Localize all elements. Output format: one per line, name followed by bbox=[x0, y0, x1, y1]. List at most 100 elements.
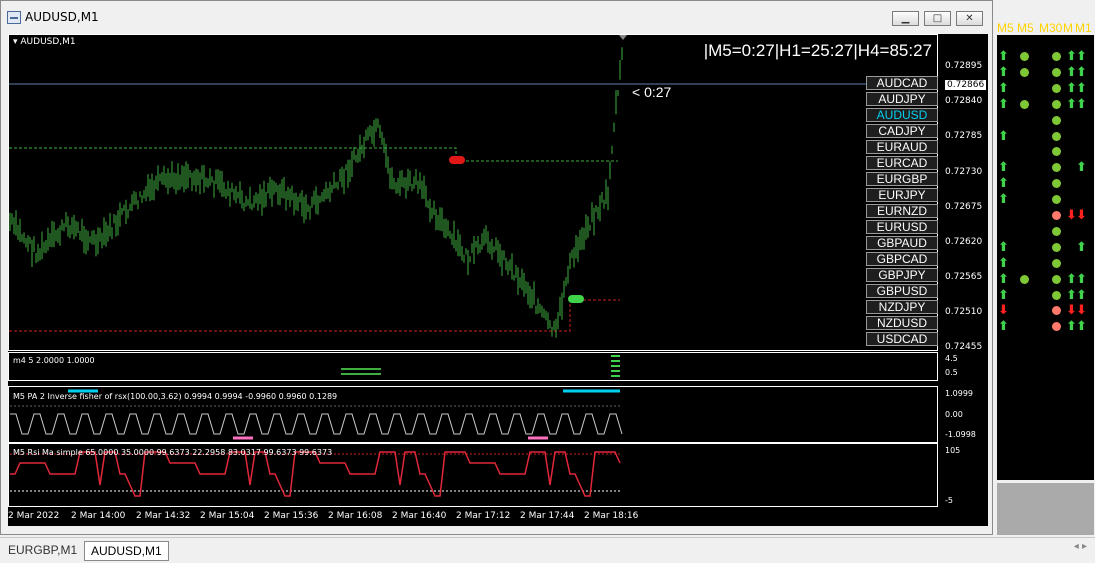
arrow-up-icon: ⬆ bbox=[1076, 319, 1087, 335]
arrow-up-icon: ⬆ bbox=[998, 80, 1009, 96]
symbol-button-cadjpy[interactable]: CADJPY bbox=[866, 124, 938, 138]
chart-window-icon bbox=[7, 11, 21, 24]
tab-scroll-arrows[interactable]: ◂ ▸ bbox=[1074, 541, 1087, 552]
symbol-button-eurcad[interactable]: EURCAD bbox=[866, 156, 938, 170]
symbol-button-nzdjpy[interactable]: NZDJPY bbox=[866, 300, 938, 314]
green-dot-icon bbox=[1052, 99, 1061, 109]
symbol-button-eurusd[interactable]: EURUSD bbox=[866, 220, 938, 234]
arrow-up-icon: ⬆ bbox=[998, 192, 1009, 208]
window-title: AUDUSD,M1 bbox=[25, 10, 99, 24]
arrow-up-icon: ⬆ bbox=[998, 160, 1009, 176]
symbol-button-gbpusd[interactable]: GBPUSD bbox=[866, 284, 938, 298]
symbol-button-euraud[interactable]: EURAUD bbox=[866, 140, 938, 154]
chart-area[interactable]: ▾ AUDUSD,M1 |M5=0:27|H1=25:27|H4=85:27 <… bbox=[8, 34, 988, 526]
tab-eurgbp[interactable]: EURGBP,M1 bbox=[2, 541, 83, 559]
symbol-button-audusd[interactable]: AUDUSD bbox=[866, 108, 938, 122]
sell-marker bbox=[449, 156, 465, 164]
time-label: 2 Mar 14:00 bbox=[71, 511, 126, 521]
green-dot-icon bbox=[1020, 52, 1029, 61]
green-dot-icon bbox=[1052, 83, 1061, 93]
indicator-3-value: 105 bbox=[945, 446, 961, 455]
symbol-button-audcad[interactable]: AUDCAD bbox=[866, 76, 938, 90]
chart-symbol-label[interactable]: ▾ AUDUSD,M1 bbox=[13, 37, 76, 47]
arrow-down-icon: ⬇ bbox=[1076, 303, 1087, 319]
time-label: 2 Mar 15:04 bbox=[200, 511, 255, 521]
arrow-up-icon: ⬆ bbox=[998, 96, 1009, 112]
indicator-2-value: 1.0999 bbox=[945, 389, 973, 398]
green-dot-icon bbox=[1052, 258, 1061, 268]
symbol-button-gbpaud[interactable]: GBPAUD bbox=[866, 236, 938, 250]
timeframe-timer: |M5=0:27|H1=25:27|H4=85:27 bbox=[703, 41, 932, 60]
panel-footer bbox=[997, 483, 1094, 535]
title-bar[interactable]: AUDUSD,M1 ▁ □ ✕ bbox=[1, 1, 992, 34]
minimize-button[interactable]: ▁ bbox=[892, 11, 919, 26]
indicator-3-label: M5 Rsi Ma simple 65.0000 35.0000 99.6373… bbox=[13, 448, 333, 457]
symbol-button-gbpjpy[interactable]: GBPJPY bbox=[866, 268, 938, 282]
arrow-up-icon: ⬆ bbox=[1076, 160, 1087, 176]
tf-header: M30 bbox=[1039, 21, 1063, 35]
tf-header: M1 bbox=[1075, 21, 1092, 35]
arrow-up-icon: ⬆ bbox=[1076, 49, 1087, 64]
symbol-button-eurjpy[interactable]: EURJPY bbox=[866, 188, 938, 202]
bar-timer: < 0:27 bbox=[632, 84, 672, 100]
tf-header: M bbox=[1063, 21, 1073, 35]
arrow-up-icon: ⬆ bbox=[998, 176, 1009, 192]
arrow-up-icon: ⬆ bbox=[1076, 271, 1087, 287]
green-dot-icon bbox=[1052, 131, 1061, 141]
resistance-line bbox=[9, 147, 618, 162]
green-dot-icon bbox=[1052, 274, 1061, 284]
tab-audusd[interactable]: AUDUSD,M1 bbox=[84, 541, 169, 561]
price-label: 0.72565 bbox=[945, 272, 983, 282]
arrow-up-icon: ⬆ bbox=[1076, 239, 1087, 255]
arrow-up-icon: ⬆ bbox=[998, 64, 1009, 80]
symbol-button-usdcad[interactable]: USDCAD bbox=[866, 332, 938, 346]
time-label: 2 Mar 17:44 bbox=[520, 511, 575, 521]
arrow-up-icon: ⬆ bbox=[1076, 64, 1087, 80]
ind2-line bbox=[10, 413, 623, 435]
symbol-button-gbpcad[interactable]: GBPCAD bbox=[866, 252, 938, 266]
price-label: 0.72510 bbox=[945, 307, 983, 317]
green-dot-icon bbox=[1020, 67, 1029, 77]
indicator-1-pane-border bbox=[8, 352, 938, 381]
chart-window: AUDUSD,M1 ▁ □ ✕ ▾ AUDUSD,M1 |M5=0:27|H1=… bbox=[0, 0, 993, 535]
time-label: 2 Mar 16:40 bbox=[392, 511, 447, 521]
current-price-label: 0.72866 bbox=[945, 80, 987, 90]
green-dot-icon bbox=[1052, 226, 1061, 236]
red-dot-icon bbox=[1052, 211, 1061, 220]
arrow-up-icon: ⬆ bbox=[1076, 287, 1087, 303]
chart-tabs: EURGBP,M1 AUDUSD,M1 ◂ ▸ bbox=[0, 537, 1095, 563]
indicator-2-label: M5 PA 2 Inverse fisher of rsx(100.00,3.6… bbox=[13, 392, 338, 401]
green-dot-icon bbox=[1020, 274, 1029, 284]
price-label: 0.72675 bbox=[945, 202, 983, 212]
close-button[interactable]: ✕ bbox=[956, 11, 983, 26]
time-label: 2 Mar 16:08 bbox=[328, 511, 383, 521]
green-dot-icon bbox=[1020, 99, 1029, 109]
arrow-up-icon: ⬆ bbox=[998, 239, 1009, 255]
indicator-1-value: 0.5 bbox=[945, 368, 958, 377]
indicator-2-value: -1.0998 bbox=[945, 430, 976, 439]
symbol-button-eurnzd[interactable]: EURNZD bbox=[866, 204, 938, 218]
arrow-up-icon: ⬆ bbox=[998, 287, 1009, 303]
green-dot-icon bbox=[1052, 242, 1061, 252]
arrow-up-icon: ⬆ bbox=[1076, 96, 1087, 112]
maximize-button[interactable]: □ bbox=[924, 11, 951, 26]
symbol-button-eurgbp[interactable]: EURGBP bbox=[866, 172, 938, 186]
arrow-up-icon: ⬆ bbox=[998, 271, 1009, 287]
symbol-button-audjpy[interactable]: AUDJPY bbox=[866, 92, 938, 106]
chart-shift-marker bbox=[619, 35, 627, 40]
tf-header: M5 bbox=[1017, 21, 1034, 35]
arrow-up-icon: ⬆ bbox=[998, 128, 1009, 144]
indicator-1-label: m4 5 2.0000 1.0000 bbox=[13, 356, 95, 365]
price-label: 0.72895 bbox=[945, 61, 983, 71]
price-label: 0.72620 bbox=[945, 237, 983, 247]
symbol-button-nzdusd[interactable]: NZDUSD bbox=[866, 316, 938, 330]
time-label: 2 Mar 14:32 bbox=[136, 511, 191, 521]
time-label: 2 Mar 15:36 bbox=[264, 511, 319, 521]
arrow-down-icon: ⬇ bbox=[998, 303, 1009, 319]
green-dot-icon bbox=[1052, 290, 1061, 300]
indicator-3-value: -5 bbox=[945, 496, 953, 505]
arrow-up-icon: ⬆ bbox=[1076, 80, 1087, 96]
price-label: 0.72730 bbox=[945, 167, 983, 177]
buy-marker bbox=[568, 295, 584, 303]
price-label: 0.72455 bbox=[945, 342, 983, 352]
